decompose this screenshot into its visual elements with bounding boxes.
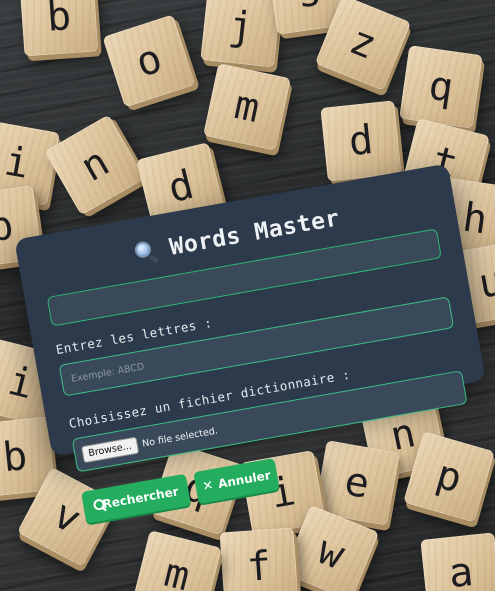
search-icon <box>93 499 99 512</box>
background-tile: f <box>219 527 299 591</box>
background-tile: q <box>399 45 483 129</box>
background-tile: b <box>19 0 99 57</box>
background-tile: j <box>200 0 282 68</box>
cancel-button-label: Annuler <box>216 468 272 492</box>
background-tile: o <box>102 14 196 108</box>
search-button-label: Rechercher <box>101 484 180 512</box>
background-tile: m <box>132 530 222 591</box>
browse-button[interactable]: Browse... <box>81 436 139 463</box>
close-icon: ✕ <box>201 477 215 495</box>
background-tile: a <box>420 532 495 591</box>
background-tile: n <box>44 114 146 216</box>
file-status: No file selected. <box>141 425 219 450</box>
magnifier-icon <box>132 238 160 266</box>
letters-placeholder: Exemple: ABCD <box>70 360 146 385</box>
background-tile: m <box>203 63 291 151</box>
background-tile: d <box>320 100 402 182</box>
